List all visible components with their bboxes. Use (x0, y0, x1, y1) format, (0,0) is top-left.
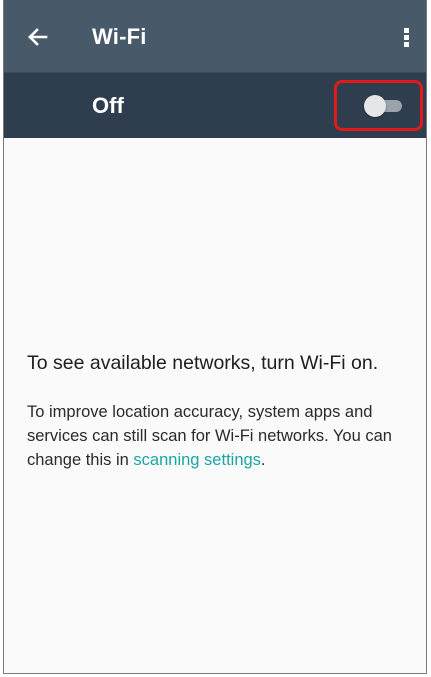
main-content: To see available networks, turn Wi-Fi on… (4, 138, 426, 673)
empty-state-title: To see available networks, turn Wi-Fi on… (27, 352, 379, 374)
more-options-button[interactable] (394, 22, 418, 52)
empty-state-period: . (260, 451, 266, 469)
back-button[interactable] (22, 22, 52, 52)
wifi-switch-label: Off (92, 93, 124, 118)
arrow-left-icon (28, 28, 48, 46)
toggle-thumb (364, 95, 386, 117)
empty-state-body: To improve location accuracy, system app… (27, 400, 422, 472)
scanning-settings-link[interactable]: scanning settings (133, 451, 261, 469)
wifi-master-switch-bar[interactable]: Off (4, 73, 426, 138)
screen-frame: Wi-Fi Off To see available networks, tur… (3, 0, 427, 674)
app-bar: Wi-Fi (4, 0, 426, 72)
page-title: Wi-Fi (92, 24, 147, 49)
more-vert-icon (404, 28, 409, 47)
wifi-toggle[interactable] (364, 95, 404, 117)
